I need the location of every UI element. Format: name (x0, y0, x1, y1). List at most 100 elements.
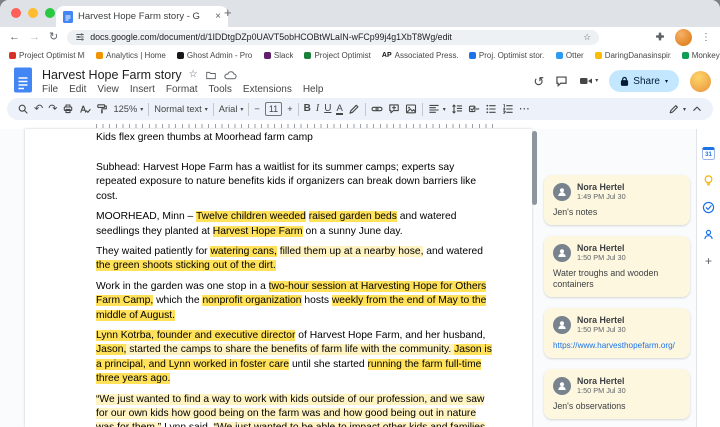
increase-font-size[interactable]: + (287, 104, 292, 114)
undo-icon[interactable]: ↶ (34, 103, 43, 115)
redo-icon[interactable]: ↷ (48, 103, 57, 115)
reload-icon[interactable]: ↻ (49, 31, 58, 43)
star-document-icon[interactable]: ☆ (189, 70, 198, 80)
tasks-icon[interactable] (702, 201, 715, 214)
bookmark-item[interactable]: Otter (555, 51, 584, 60)
menus-search-icon[interactable] (17, 103, 29, 115)
share-dropdown-icon[interactable]: ▾ (665, 78, 668, 85)
side-panel-strip: 31 + (696, 129, 720, 427)
menu-edit[interactable]: Edit (69, 84, 86, 95)
bookmark-item[interactable]: Slack (263, 51, 293, 60)
browser-toolbar: ← → ↻ docs.google.com/document/d/1IDDtgD… (0, 27, 720, 47)
paragraph[interactable]: They waited patiently for watering cans,… (96, 245, 493, 273)
comment-card[interactable]: Nora Hertel 1:49 PM Jul 30 Jen's notes (544, 175, 690, 225)
bookmark-item[interactable]: Monkeypod Fundr... (681, 51, 720, 60)
bookmark-item[interactable]: DaringDanasinspir... (594, 51, 671, 60)
menu-tools[interactable]: Tools (209, 84, 232, 95)
forward-icon[interactable]: → (29, 31, 40, 43)
browser-profile-avatar[interactable] (675, 28, 692, 46)
insert-link-icon[interactable] (371, 103, 383, 115)
bold-icon[interactable]: B (304, 104, 311, 114)
highlight-color-icon[interactable] (348, 103, 360, 115)
decrease-font-size[interactable]: − (254, 104, 259, 114)
text-color-icon[interactable]: A (336, 103, 343, 115)
minimize-window-button[interactable] (28, 8, 38, 18)
paragraph[interactable]: Lynn Kotrba, founder and executive direc… (96, 329, 493, 386)
move-folder-icon[interactable] (205, 70, 217, 81)
browser-menu-icon[interactable]: ⋮ (701, 32, 711, 43)
bookmark-item[interactable]: Proj. Optimist stor... (468, 51, 545, 60)
close-window-button[interactable] (11, 8, 21, 18)
bookmark-item[interactable]: Analytics | Home (96, 51, 166, 60)
contacts-icon[interactable] (702, 228, 715, 241)
bulleted-list-icon[interactable] (485, 103, 497, 115)
calendar-icon[interactable]: 31 (702, 147, 715, 160)
share-button[interactable]: Share ▾ (609, 70, 679, 92)
collapse-menus-icon[interactable] (691, 103, 703, 115)
extensions-puzzle-icon[interactable] (654, 31, 666, 43)
bookmark-item[interactable]: AP Associated Press... (382, 51, 458, 60)
scrollbar-thumb[interactable] (532, 131, 537, 205)
document-page[interactable]: Kids flex green thumbs at Moorhead farm … (25, 129, 532, 427)
favicon-icon (9, 51, 16, 59)
comment-card[interactable]: Nora Hertel 1:50 PM Jul 30 Jen's observati… (544, 369, 690, 419)
underline-icon[interactable]: U (324, 104, 331, 114)
comment-link[interactable]: https://www.harvesthopefarm.org/ (553, 340, 681, 351)
google-docs-logo-icon[interactable] (13, 67, 33, 98)
cloud-saved-icon[interactable] (223, 70, 237, 81)
add-icon[interactable]: + (705, 255, 712, 267)
paragraph[interactable]: Work in the garden was one stop in a two… (96, 280, 493, 323)
insert-image-icon[interactable] (405, 103, 417, 115)
toolbar-separator (148, 102, 150, 116)
menu-insert[interactable]: Insert (130, 84, 155, 95)
italic-icon[interactable]: I (316, 104, 319, 114)
numbered-list-icon[interactable] (502, 103, 514, 115)
new-tab-button[interactable]: + (224, 5, 232, 20)
tab-close-icon[interactable]: × (215, 11, 221, 22)
font-select[interactable]: Arial ▾ (219, 104, 244, 114)
version-history-icon[interactable]: ↺ (533, 75, 544, 88)
paint-format-icon[interactable] (96, 103, 108, 115)
quote[interactable]: “We just wanted to find a way to work wi… (96, 393, 493, 427)
lede[interactable]: MOORHEAD, Minn – Twelve children weeded … (96, 210, 493, 238)
highlighted-text: Jason, (96, 344, 127, 356)
tune-icon[interactable] (75, 32, 85, 42)
align-left-icon[interactable]: ▾ (428, 103, 446, 115)
headline[interactable]: Kids flex green thumbs at Moorhead farm … (96, 131, 493, 145)
menu-format[interactable]: Format (166, 84, 198, 95)
subhead[interactable]: Subhead: Harvest Hope Farm has a waitlis… (96, 161, 493, 204)
menu-view[interactable]: View (97, 84, 119, 95)
spellcheck-icon[interactable] (79, 103, 92, 115)
document-title[interactable]: Harvest Hope Farm story (42, 68, 182, 82)
bookmark-star-icon[interactable]: ☆ (583, 32, 591, 43)
menu-extensions[interactable]: Extensions (243, 84, 292, 95)
line-spacing-icon[interactable] (451, 103, 463, 115)
comment-card[interactable]: Nora Hertel 1:50 PM Jul 30 Water troughs a… (544, 236, 690, 297)
keep-icon[interactable] (702, 174, 715, 187)
browser-tab[interactable]: Harvest Hope Farm story - G × (56, 6, 228, 27)
bookmark-item[interactable]: Project Optimist (304, 51, 371, 60)
commenter-name: Nora Hertel (577, 376, 625, 386)
menu-file[interactable]: File (42, 84, 58, 95)
back-icon[interactable]: ← (9, 31, 20, 43)
add-comment-icon[interactable] (388, 103, 400, 115)
zoom-window-button[interactable] (45, 8, 55, 18)
editing-mode-icon[interactable]: ▾ (668, 103, 686, 115)
comment-card[interactable]: Nora Hertel 1:50 PM Jul 30 https://www.har… (544, 308, 690, 358)
browser-window: Harvest Hope Farm story - G × + ← → ↻ do… (0, 0, 720, 427)
font-size-value[interactable]: 11 (264, 102, 283, 116)
docs-favicon-icon (63, 10, 73, 23)
bookmark-item[interactable]: Ghost Admin - Pro... (176, 51, 253, 60)
more-options-icon[interactable]: ⋯ (519, 103, 530, 115)
style-select[interactable]: Normal text ▾ (154, 104, 208, 114)
address-bar[interactable]: docs.google.com/document/d/1IDDtgDZp0UAV… (67, 29, 600, 45)
checklist-icon[interactable] (468, 103, 480, 115)
open-comments-icon[interactable] (555, 75, 568, 88)
print-icon[interactable] (62, 103, 74, 115)
menu-help[interactable]: Help (303, 84, 324, 95)
comment-header: Nora Hertel 1:50 PM Jul 30 (553, 376, 681, 395)
bookmark-item[interactable]: Project Optimist Mission... (9, 51, 85, 60)
account-avatar[interactable] (690, 70, 711, 92)
meet-video-icon[interactable]: ▾ (579, 75, 598, 87)
zoom-select[interactable]: 125% ▾ (113, 104, 143, 114)
